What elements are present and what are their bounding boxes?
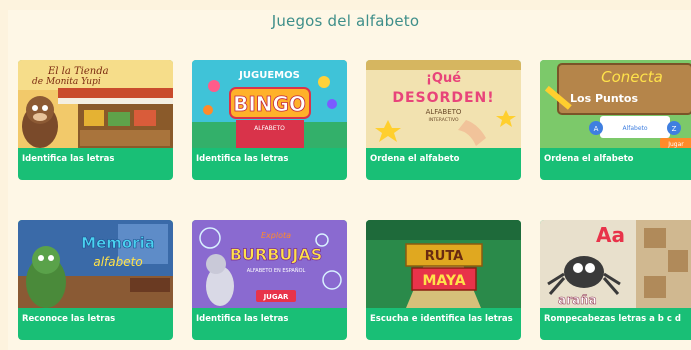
art-text: ALFABETO EN ESPAÑOL (247, 267, 306, 274)
game-label: Identifica las letras (196, 314, 289, 324)
art-text: BURBUJAS (230, 245, 323, 264)
art-text: alfabeto (93, 255, 142, 269)
game-label: Escucha e identifica las letras (370, 314, 513, 324)
art-text: BINGO (233, 92, 306, 116)
game-label: Reconoce las letras (22, 314, 116, 324)
art-text: ALFABETO (254, 125, 285, 132)
game-label: Identifica las letras (22, 154, 115, 164)
art-text: ALFABETO (426, 108, 462, 116)
art-text: A (594, 125, 599, 133)
game-card-desorden[interactable]: ¡Qué DESORDEN! ALFABETO INTERACTIVO Orde… (366, 60, 521, 180)
art-text: Z (672, 125, 677, 133)
art-text: Aa (596, 223, 625, 247)
game-card-rompecabezas[interactable]: Aa araña Rompecabezas letras a b c d (540, 220, 691, 340)
art-text: INTERACTIVO (429, 117, 459, 123)
game-thumbnail: Memoria alfabeto (18, 220, 173, 308)
art-text: Memoria (81, 234, 155, 252)
art-text: Conecta (601, 68, 663, 86)
game-card-ruta-maya[interactable]: RUTA MAYA Escucha e identifica las letra… (366, 220, 521, 340)
game-card-tienda[interactable]: El la Tienda de Monita Yupi Identifica l… (18, 60, 173, 180)
art-text: Jugar (667, 141, 684, 148)
game-thumbnail: Conecta Los Puntos A Alfabeto Z Jugar (540, 60, 691, 148)
art-text: RUTA (425, 249, 464, 264)
game-label: Ordena el alfabeto (544, 154, 634, 164)
game-thumbnail: ¡Qué DESORDEN! ALFABETO INTERACTIVO (366, 60, 521, 148)
game-label: Identifica las letras (196, 154, 289, 164)
game-thumbnail: El la Tienda de Monita Yupi (18, 60, 173, 148)
game-label: Rompecabezas letras a b c d (544, 314, 681, 324)
game-thumbnail: JUGUEMOS BINGO ALFABETO (192, 60, 347, 148)
game-thumbnail: RUTA MAYA (366, 220, 521, 308)
art-text: Explota (261, 231, 291, 240)
game-thumbnail: Aa araña (540, 220, 691, 308)
game-label: Ordena el alfabeto (370, 154, 460, 164)
game-card-conecta[interactable]: Conecta Los Puntos A Alfabeto Z Jugar Or… (540, 60, 691, 180)
art-text: ¡Qué (426, 71, 461, 86)
game-card-memoria[interactable]: Memoria alfabeto Reconoce las letras (18, 220, 173, 340)
art-text: Alfabeto (622, 125, 647, 132)
page-title: Juegos del alfabeto (271, 12, 420, 30)
game-thumbnail: Explota BURBUJAS ALFABETO EN ESPAÑOL JUG… (192, 220, 347, 308)
art-text: DESORDEN! (392, 90, 494, 106)
art-text: MAYA (422, 273, 465, 289)
art-text: Los Puntos (570, 92, 638, 105)
game-card-bingo[interactable]: JUGUEMOS BINGO ALFABETO Identifica las l… (192, 60, 347, 180)
art-text: JUGAR (263, 293, 289, 301)
art-text: araña (558, 293, 597, 307)
art-text: JUGUEMOS (238, 70, 300, 81)
game-card-burbujas[interactable]: Explota BURBUJAS ALFABETO EN ESPAÑOL JUG… (192, 220, 347, 340)
art-text: de Monita Yupi (32, 77, 101, 87)
art-text: El la Tienda (47, 66, 109, 77)
